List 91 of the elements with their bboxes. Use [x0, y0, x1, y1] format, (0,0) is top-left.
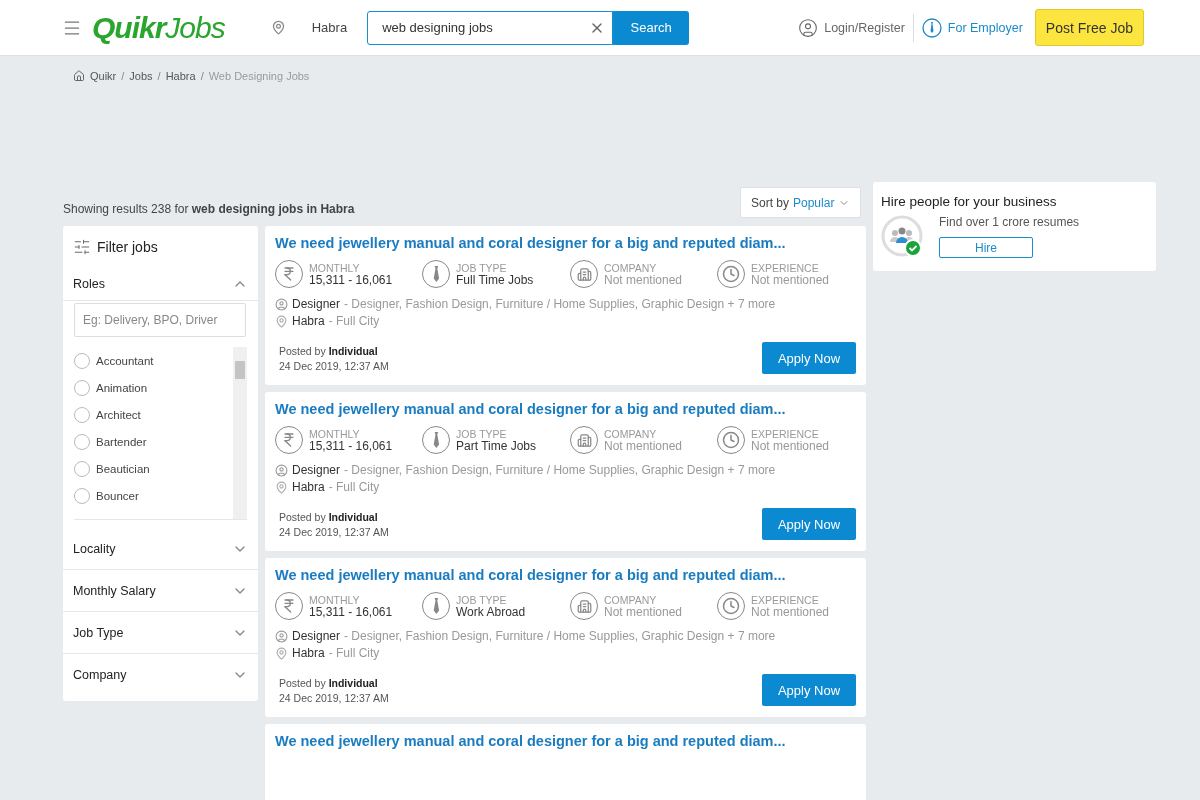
roles-search-field[interactable]: Eg: Delivery, BPO, Driver — [74, 303, 246, 337]
promo-title: Hire people for your business — [881, 194, 1058, 209]
job-categories: - Designer, Fashion Design, Furniture / Home Supplies, Graphic Design + 7 more — [344, 629, 776, 643]
company-value: Not mentioned — [604, 605, 683, 619]
salary-value: 15,311 - 16,061 — [309, 273, 393, 287]
experience-label: EXPERIENCE — [751, 593, 820, 606]
location-pin-icon — [275, 646, 288, 660]
role-option[interactable]: Architect — [74, 401, 233, 428]
user-icon — [275, 463, 288, 477]
location-pin-icon — [270, 20, 286, 35]
breadcrumb-separator: / — [121, 70, 125, 82]
experience-value: Not mentioned — [751, 273, 830, 287]
company-label: COMPANY — [604, 427, 658, 440]
filter-section-header[interactable]: Company — [63, 654, 258, 695]
breadcrumb-separator: / — [157, 70, 161, 82]
hire-button[interactable]: Hire — [939, 237, 1033, 258]
company-label: COMPANY — [604, 593, 658, 606]
posted-by: Posted by Individual — [279, 676, 379, 691]
job-location: Habra — [292, 314, 325, 328]
apply-now-button[interactable]: Apply Now — [762, 674, 856, 706]
job-title[interactable]: We need jewellery manual and coral designer for a big and reputed diam... — [275, 235, 786, 251]
job-categories: - Designer, Fashion Design, Furniture / Home Supplies, Graphic Design + 7 more — [344, 297, 776, 311]
job-location: Habra — [292, 480, 325, 494]
breadcrumb-link[interactable]: Jobs — [129, 70, 153, 82]
location-selector[interactable]: Habra — [311, 20, 348, 35]
posted-date: 24 Dec 2019, 12:37 AM — [279, 359, 389, 374]
job-role: Designer — [292, 297, 341, 311]
posted-date: 24 Dec 2019, 12:37 AM — [279, 691, 389, 706]
role-option[interactable]: Bartender — [74, 428, 233, 455]
role-option[interactable]: Animation — [74, 374, 233, 401]
breadcrumb-link[interactable]: Habra — [165, 70, 196, 82]
search-field[interactable]: web designing jobs — [367, 10, 614, 45]
role-option[interactable]: Bouncer — [74, 482, 233, 509]
user-icon — [275, 629, 288, 643]
apply-now-button[interactable]: Apply Now — [762, 508, 856, 540]
user-icon — [275, 297, 288, 311]
scrollbar[interactable] — [233, 347, 247, 519]
experience-value: Not mentioned — [751, 605, 830, 619]
job-type-label: JOB TYPE — [456, 261, 508, 274]
results-summary: Showing results 238 for web designing jobs in Habra — [63, 200, 356, 216]
filter-section-header[interactable]: Job Type — [63, 612, 258, 654]
apply-now-button[interactable]: Apply Now — [762, 342, 856, 374]
job-area: - Full City — [328, 646, 380, 660]
salary-label: MONTHLY — [309, 261, 361, 274]
role-option[interactable]: Accountant — [74, 347, 233, 374]
experience-value: Not mentioned — [751, 439, 830, 453]
role-option[interactable]: Beautician — [74, 455, 233, 482]
login-link[interactable]: Login/Register — [824, 20, 905, 35]
posted-by: Posted by Individual — [279, 510, 379, 525]
filter-title: Filter jobs — [97, 239, 158, 255]
roles-section-header[interactable]: Roles — [63, 262, 258, 301]
job-title[interactable]: We need jewellery manual and coral designer for a big and reputed diam... — [275, 733, 786, 749]
filter-section-header[interactable]: Monthly Salary — [63, 570, 258, 612]
promo-text: Find over 1 crore resumes — [939, 215, 1080, 229]
breadcrumb-separator: / — [200, 70, 204, 82]
job-area: - Full City — [328, 314, 380, 328]
search-button[interactable]: Search — [613, 10, 690, 45]
posted-by: Posted by Individual — [279, 344, 379, 359]
job-type-value: Full Time Jobs — [456, 273, 534, 287]
employer-link[interactable]: For Employer — [947, 20, 1023, 35]
salary-label: MONTHLY — [309, 593, 361, 606]
salary-value: 15,311 - 16,061 — [309, 439, 393, 453]
job-type-label: JOB TYPE — [456, 593, 508, 606]
job-title[interactable]: We need jewellery manual and coral designer for a big and reputed diam... — [275, 567, 786, 583]
job-type-value: Work Abroad — [456, 605, 526, 619]
filter-icon — [73, 238, 91, 256]
location-pin-icon — [275, 480, 288, 494]
job-title[interactable]: We need jewellery manual and coral designer for a big and reputed diam... — [275, 401, 786, 417]
sort-dropdown[interactable]: Sort by Popular — [740, 187, 862, 218]
user-icon — [798, 17, 819, 38]
company-label: COMPANY — [604, 261, 658, 274]
experience-label: EXPERIENCE — [751, 261, 820, 274]
job-location: Habra — [292, 646, 325, 660]
company-value: Not mentioned — [604, 439, 683, 453]
post-free-job-button[interactable]: Post Free Job — [1034, 9, 1144, 46]
job-type-label: JOB TYPE — [456, 427, 508, 440]
job-categories: - Designer, Fashion Design, Furniture / Home Supplies, Graphic Design + 7 more — [344, 463, 776, 477]
breadcrumb-link[interactable]: Quikr — [90, 70, 117, 82]
home-icon[interactable] — [73, 70, 85, 82]
salary-label: MONTHLY — [309, 427, 361, 440]
posted-date: 24 Dec 2019, 12:37 AM — [279, 525, 389, 540]
experience-label: EXPERIENCE — [751, 427, 820, 440]
salary-value: 15,311 - 16,061 — [309, 605, 393, 619]
job-area: - Full City — [328, 480, 380, 494]
job-type-value: Part Time Jobs — [456, 439, 537, 453]
filter-section-header[interactable]: Locality — [63, 528, 258, 570]
job-role: Designer — [292, 463, 341, 477]
location-pin-icon — [275, 314, 288, 328]
tie-circle-icon — [921, 17, 942, 38]
company-value: Not mentioned — [604, 273, 683, 287]
job-role: Designer — [292, 629, 341, 643]
